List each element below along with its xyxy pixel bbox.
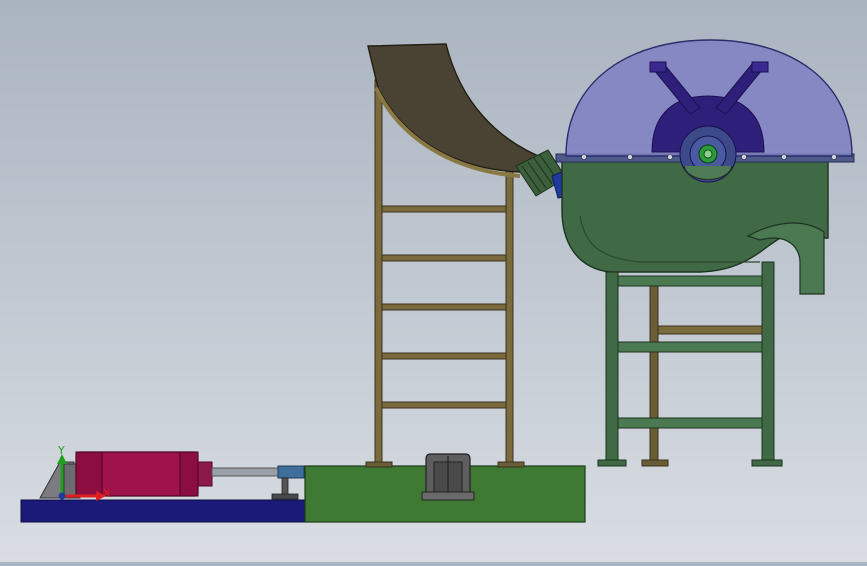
bearing-block[interactable]	[421, 453, 475, 501]
x-axis-label: X	[103, 487, 111, 500]
y-axis-label: Y	[57, 444, 65, 457]
cad-viewport[interactable]: Y X	[0, 0, 867, 562]
tank-stand[interactable]	[597, 261, 783, 467]
curved-chute[interactable]	[367, 43, 550, 178]
model-view[interactable]: Y X	[0, 0, 867, 562]
hydraulic-cylinder[interactable]	[39, 451, 305, 500]
